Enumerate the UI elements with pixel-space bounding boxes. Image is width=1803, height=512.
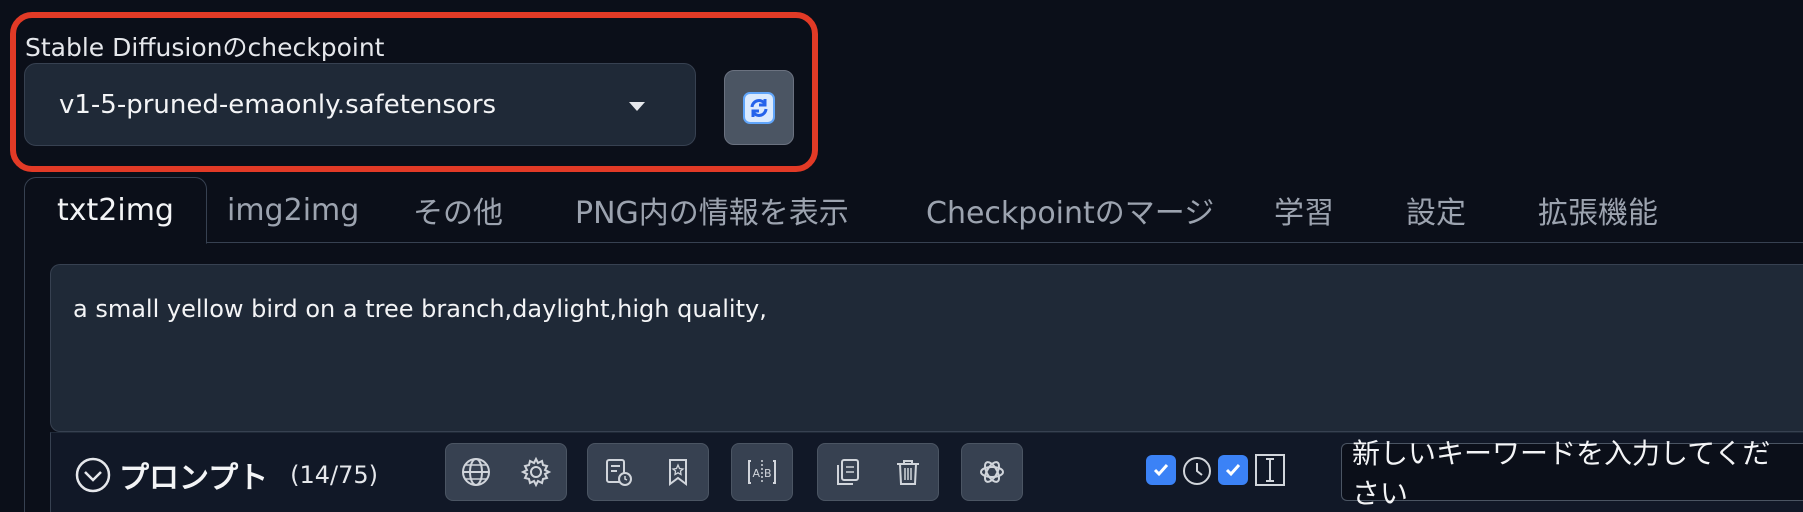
bookmark-icon	[669, 459, 687, 486]
checkpoint-label: Stable Diffusionのcheckpoint	[25, 33, 385, 62]
globe-icon	[462, 458, 490, 486]
refresh-checkpoints-button[interactable]	[724, 70, 794, 145]
svg-text:B: B	[764, 467, 772, 480]
check-icon	[1153, 464, 1169, 477]
svg-text:A: A	[753, 467, 761, 480]
openai-group	[961, 443, 1023, 501]
tab-png-info[interactable]: PNG内の情報を表示	[575, 177, 849, 243]
trash-icon	[897, 460, 919, 485]
copy-icon	[837, 459, 859, 485]
chevron-circle-down-icon	[75, 457, 111, 493]
bookmark-button[interactable]	[648, 444, 708, 500]
checkbox-2[interactable]	[1218, 455, 1248, 485]
tab-settings[interactable]: 設定	[1406, 177, 1466, 243]
chevron-down-icon	[629, 102, 645, 111]
copy-clear-group	[817, 443, 939, 501]
refresh-icon	[743, 91, 775, 124]
tab-img2img[interactable]: img2img	[227, 177, 359, 243]
clear-button[interactable]	[878, 444, 938, 500]
tab-extras[interactable]: その他	[413, 177, 503, 243]
tab-extensions[interactable]: 拡張機能	[1538, 177, 1658, 243]
keyword-input[interactable]: 新しいキーワードを入力してください	[1341, 437, 1803, 510]
checkpoint-selected-value: v1-5-pruned-emaonly.safetensors	[59, 89, 497, 120]
tab-train[interactable]: 学習	[1274, 177, 1334, 243]
history-bookmark-group	[587, 443, 709, 501]
text-cursor-icon	[1254, 453, 1286, 491]
timer-icon	[1181, 455, 1213, 491]
openai-icon	[980, 461, 1004, 483]
translate-button[interactable]	[446, 444, 506, 500]
text-compare-group: A B	[731, 443, 793, 501]
gear-icon	[520, 456, 552, 488]
copy-button[interactable]	[818, 444, 878, 500]
tab-txt2img[interactable]: txt2img	[24, 177, 207, 244]
checkpoint-dropdown[interactable]: v1-5-pruned-emaonly.safetensors	[24, 63, 696, 146]
main-tabs: txt2img img2img その他 PNG内の情報を表示 Checkpoin…	[24, 177, 1803, 244]
prompt-section-toggle[interactable]: プロンプト (14/75)	[75, 453, 378, 497]
chatgpt-button[interactable]	[962, 444, 1022, 500]
check-icon	[1225, 464, 1241, 477]
settings-button[interactable]	[506, 444, 566, 500]
translate-settings-group	[445, 443, 567, 501]
text-compare-icon: A B	[748, 460, 776, 484]
history-button[interactable]	[588, 444, 648, 500]
tab-checkpoint-merger[interactable]: Checkpointのマージ	[926, 177, 1214, 243]
prompt-textarea[interactable]: a small yellow bird on a tree branch,day…	[50, 264, 1803, 432]
text-compare-button[interactable]: A B	[732, 444, 792, 500]
prompt-toolbar: プロンプト (14/75) A B 新しいキーワードを入力してください	[50, 432, 1803, 512]
checkbox-1[interactable]	[1146, 455, 1176, 485]
history-icon	[606, 459, 632, 486]
prompt-section-title: プロンプト	[119, 461, 269, 496]
token-count: (14/75)	[290, 461, 378, 489]
